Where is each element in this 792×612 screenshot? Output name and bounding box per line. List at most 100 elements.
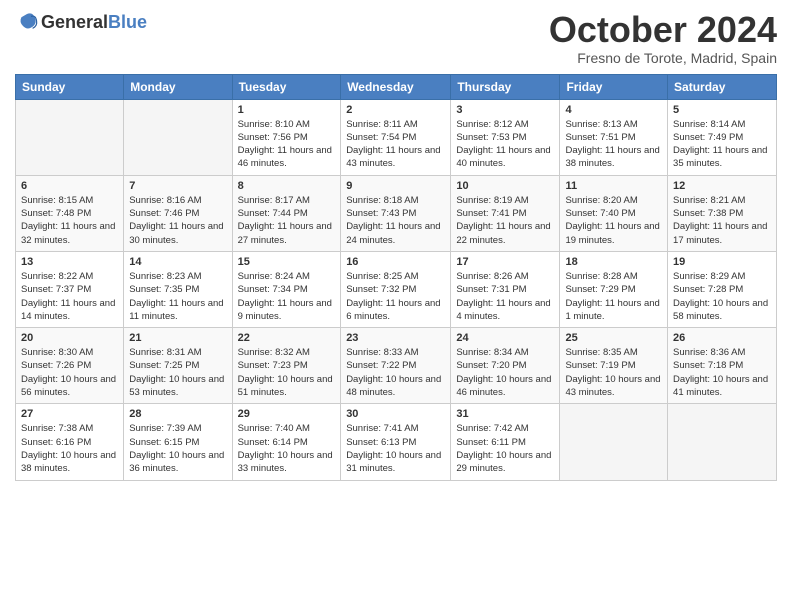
day-number: 30 xyxy=(346,408,445,420)
day-info: Sunrise: 8:30 AM Sunset: 7:26 PM Dayligh… xyxy=(21,346,118,399)
calendar-cell: 4Sunrise: 8:13 AM Sunset: 7:51 PM Daylig… xyxy=(560,99,668,175)
day-info: Sunrise: 8:28 AM Sunset: 7:29 PM Dayligh… xyxy=(565,270,662,323)
day-number: 19 xyxy=(673,256,771,268)
day-info: Sunrise: 8:31 AM Sunset: 7:25 PM Dayligh… xyxy=(129,346,226,399)
location: Fresno de Torote, Madrid, Spain xyxy=(549,50,777,66)
header-wednesday: Wednesday xyxy=(341,74,451,99)
day-number: 1 xyxy=(238,104,336,116)
day-number: 7 xyxy=(129,180,226,192)
calendar-cell xyxy=(668,404,777,480)
page-container: GeneralBlue October 2024 Fresno de Torot… xyxy=(0,0,792,491)
calendar-table: Sunday Monday Tuesday Wednesday Thursday… xyxy=(15,74,777,481)
day-info: Sunrise: 8:23 AM Sunset: 7:35 PM Dayligh… xyxy=(129,270,226,323)
day-number: 6 xyxy=(21,180,118,192)
day-number: 21 xyxy=(129,332,226,344)
week-row-3: 13Sunrise: 8:22 AM Sunset: 7:37 PM Dayli… xyxy=(16,251,777,327)
calendar-cell: 29 Sunrise: 7:40 AM Sunset: 6:14 PM Dayli… xyxy=(232,404,341,480)
calendar-cell: 18 Sunrise: 8:28 AM Sunset: 7:29 PM Dayli… xyxy=(560,251,668,327)
day-number: 31 xyxy=(456,408,554,420)
day-number: 23 xyxy=(346,332,445,344)
calendar-cell: 30 Sunrise: 7:41 AM Sunset: 6:13 PM Dayli… xyxy=(341,404,451,480)
day-number: 11 xyxy=(565,180,662,192)
logo-general: General xyxy=(41,12,108,32)
day-info: Sunrise: 8:12 AM Sunset: 7:53 PM Dayligh… xyxy=(456,118,554,171)
calendar-cell: 24 Sunrise: 8:34 AM Sunset: 7:20 PM Dayli… xyxy=(451,328,560,404)
day-info: Sunrise: 8:10 AM Sunset: 7:56 PM Dayligh… xyxy=(238,118,336,171)
day-info: Sunrise: 8:35 AM Sunset: 7:19 PM Dayligh… xyxy=(565,346,662,399)
day-info: Sunrise: 8:22 AM Sunset: 7:37 PM Dayligh… xyxy=(21,270,118,323)
day-number: 4 xyxy=(565,104,662,116)
day-number: 5 xyxy=(673,104,771,116)
calendar-cell: 15 Sunrise: 8:24 AM Sunset: 7:34 PM Dayli… xyxy=(232,251,341,327)
calendar-cell: 12 Sunrise: 8:21 AM Sunset: 7:38 PM Dayli… xyxy=(668,175,777,251)
day-number: 16 xyxy=(346,256,445,268)
day-info: Sunrise: 8:14 AM Sunset: 7:49 PM Dayligh… xyxy=(673,118,771,171)
day-number: 2 xyxy=(346,104,445,116)
day-info: Sunrise: 7:38 AM Sunset: 6:16 PM Dayligh… xyxy=(21,422,118,475)
day-info: Sunrise: 8:21 AM Sunset: 7:38 PM Dayligh… xyxy=(673,194,771,247)
calendar-cell xyxy=(560,404,668,480)
day-info: Sunrise: 7:40 AM Sunset: 6:14 PM Dayligh… xyxy=(238,422,336,475)
calendar-cell: 17 Sunrise: 8:26 AM Sunset: 7:31 PM Dayli… xyxy=(451,251,560,327)
calendar-cell: 10 Sunrise: 8:19 AM Sunset: 7:41 PM Dayli… xyxy=(451,175,560,251)
calendar-cell: 8 Sunrise: 8:17 AM Sunset: 7:44 PM Daylig… xyxy=(232,175,341,251)
logo: GeneralBlue xyxy=(15,10,147,34)
day-info: Sunrise: 8:20 AM Sunset: 7:40 PM Dayligh… xyxy=(565,194,662,247)
day-number: 14 xyxy=(129,256,226,268)
calendar-cell: 21 Sunrise: 8:31 AM Sunset: 7:25 PM Dayli… xyxy=(124,328,232,404)
day-info: Sunrise: 8:34 AM Sunset: 7:20 PM Dayligh… xyxy=(456,346,554,399)
weekday-header-row: Sunday Monday Tuesday Wednesday Thursday… xyxy=(16,74,777,99)
calendar-cell: 28 Sunrise: 7:39 AM Sunset: 6:15 PM Dayli… xyxy=(124,404,232,480)
day-number: 10 xyxy=(456,180,554,192)
day-number: 9 xyxy=(346,180,445,192)
day-number: 18 xyxy=(565,256,662,268)
day-info: Sunrise: 8:25 AM Sunset: 7:32 PM Dayligh… xyxy=(346,270,445,323)
day-info: Sunrise: 8:18 AM Sunset: 7:43 PM Dayligh… xyxy=(346,194,445,247)
header-monday: Monday xyxy=(124,74,232,99)
calendar-cell: 6 Sunrise: 8:15 AM Sunset: 7:48 PM Daylig… xyxy=(16,175,124,251)
calendar-cell: 7Sunrise: 8:16 AM Sunset: 7:46 PM Daylig… xyxy=(124,175,232,251)
day-number: 20 xyxy=(21,332,118,344)
day-number: 24 xyxy=(456,332,554,344)
day-number: 29 xyxy=(238,408,336,420)
title-section: October 2024 Fresno de Torote, Madrid, S… xyxy=(549,10,777,66)
day-info: Sunrise: 8:24 AM Sunset: 7:34 PM Dayligh… xyxy=(238,270,336,323)
calendar-cell: 31 Sunrise: 7:42 AM Sunset: 6:11 PM Dayli… xyxy=(451,404,560,480)
calendar-cell: 27 Sunrise: 7:38 AM Sunset: 6:16 PM Dayli… xyxy=(16,404,124,480)
day-number: 15 xyxy=(238,256,336,268)
day-info: Sunrise: 8:32 AM Sunset: 7:23 PM Dayligh… xyxy=(238,346,336,399)
day-number: 3 xyxy=(456,104,554,116)
day-info: Sunrise: 8:17 AM Sunset: 7:44 PM Dayligh… xyxy=(238,194,336,247)
day-number: 25 xyxy=(565,332,662,344)
day-number: 28 xyxy=(129,408,226,420)
day-number: 27 xyxy=(21,408,118,420)
day-info: Sunrise: 7:42 AM Sunset: 6:11 PM Dayligh… xyxy=(456,422,554,475)
day-number: 12 xyxy=(673,180,771,192)
calendar-cell: 14 Sunrise: 8:23 AM Sunset: 7:35 PM Dayli… xyxy=(124,251,232,327)
month-title: October 2024 xyxy=(549,10,777,50)
calendar-cell: 16 Sunrise: 8:25 AM Sunset: 7:32 PM Dayli… xyxy=(341,251,451,327)
day-info: Sunrise: 8:26 AM Sunset: 7:31 PM Dayligh… xyxy=(456,270,554,323)
day-info: Sunrise: 8:15 AM Sunset: 7:48 PM Dayligh… xyxy=(21,194,118,247)
day-info: Sunrise: 7:39 AM Sunset: 6:15 PM Dayligh… xyxy=(129,422,226,475)
day-info: Sunrise: 8:19 AM Sunset: 7:41 PM Dayligh… xyxy=(456,194,554,247)
header-friday: Friday xyxy=(560,74,668,99)
week-row-1: 1 Sunrise: 8:10 AM Sunset: 7:56 PM Daylig… xyxy=(16,99,777,175)
day-info: Sunrise: 8:33 AM Sunset: 7:22 PM Dayligh… xyxy=(346,346,445,399)
calendar-cell: 20 Sunrise: 8:30 AM Sunset: 7:26 PM Dayli… xyxy=(16,328,124,404)
day-number: 22 xyxy=(238,332,336,344)
calendar-cell: 1 Sunrise: 8:10 AM Sunset: 7:56 PM Daylig… xyxy=(232,99,341,175)
calendar-cell: 9 Sunrise: 8:18 AM Sunset: 7:43 PM Daylig… xyxy=(341,175,451,251)
day-info: Sunrise: 7:41 AM Sunset: 6:13 PM Dayligh… xyxy=(346,422,445,475)
calendar-cell: 26Sunrise: 8:36 AM Sunset: 7:18 PM Dayli… xyxy=(668,328,777,404)
day-info: Sunrise: 8:29 AM Sunset: 7:28 PM Dayligh… xyxy=(673,270,771,323)
calendar-cell: 25 Sunrise: 8:35 AM Sunset: 7:19 PM Dayli… xyxy=(560,328,668,404)
header-sunday: Sunday xyxy=(16,74,124,99)
day-number: 17 xyxy=(456,256,554,268)
header-tuesday: Tuesday xyxy=(232,74,341,99)
week-row-5: 27 Sunrise: 7:38 AM Sunset: 6:16 PM Dayli… xyxy=(16,404,777,480)
week-row-2: 6 Sunrise: 8:15 AM Sunset: 7:48 PM Daylig… xyxy=(16,175,777,251)
week-row-4: 20 Sunrise: 8:30 AM Sunset: 7:26 PM Dayli… xyxy=(16,328,777,404)
day-number: 8 xyxy=(238,180,336,192)
day-info: Sunrise: 8:11 AM Sunset: 7:54 PM Dayligh… xyxy=(346,118,445,171)
